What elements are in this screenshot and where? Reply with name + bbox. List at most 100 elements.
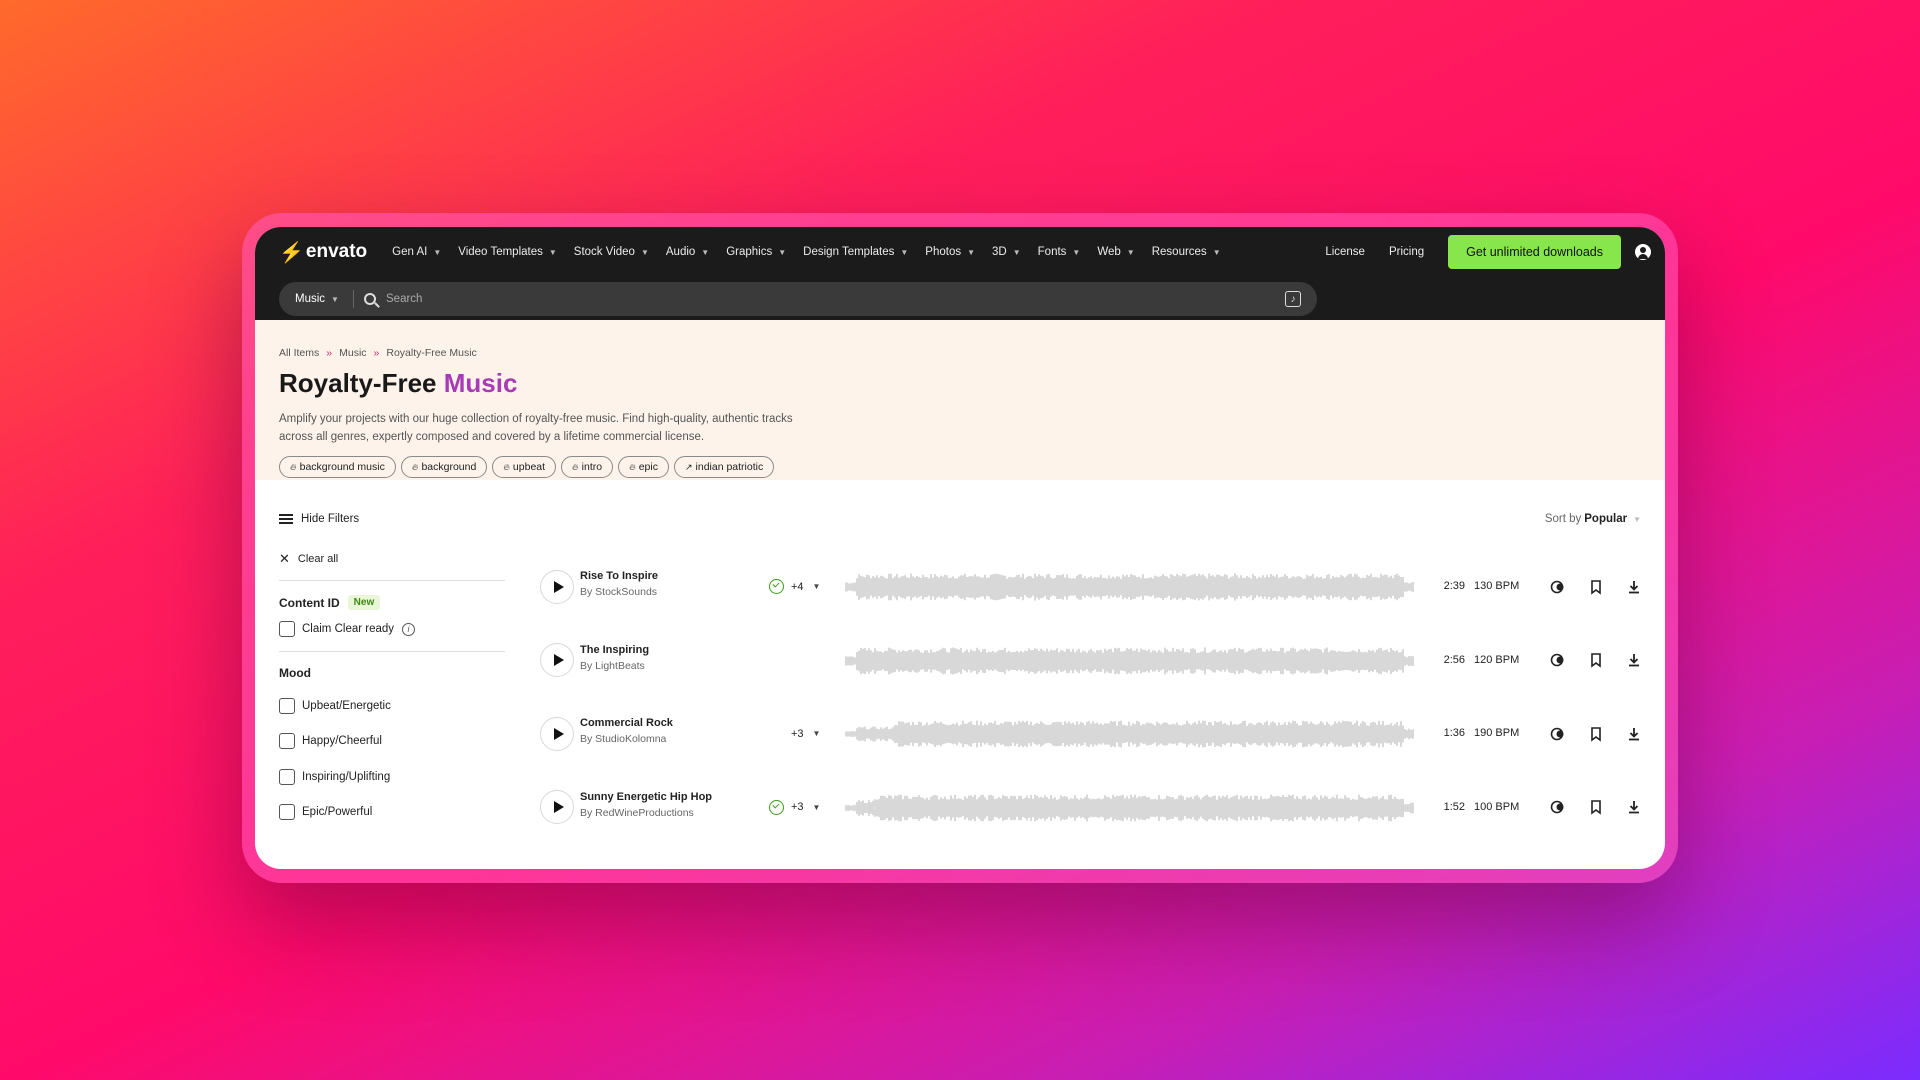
- track-title[interactable]: The Inspiring: [580, 644, 649, 656]
- menu-item-video-templates[interactable]: Video Templates ▼: [458, 246, 557, 258]
- play-button[interactable]: [540, 643, 574, 678]
- chevron-down-icon: ▼: [1633, 514, 1641, 524]
- find-similar-icon[interactable]: [1550, 726, 1566, 742]
- waveform[interactable]: [844, 646, 1415, 676]
- variants-toggle[interactable]: +3 ▼: [769, 771, 820, 845]
- track-row: The Inspiring By LightBeats 2:56 120 BPM: [539, 624, 1641, 698]
- menu-item-design-templates[interactable]: Design Templates ▼: [803, 246, 908, 258]
- hide-filters-label: Hide Filters: [301, 513, 360, 525]
- pricing-link[interactable]: Pricing: [1389, 246, 1424, 258]
- claim-clear-filter[interactable]: Claim Clear ready i: [279, 621, 505, 637]
- menu-item-audio[interactable]: Audio ▼: [666, 246, 709, 258]
- bookmark-icon[interactable]: [1588, 652, 1604, 668]
- checkbox[interactable]: [279, 768, 295, 785]
- chevron-down-icon: ▼: [1072, 247, 1081, 257]
- bookmark-icon[interactable]: [1588, 726, 1604, 742]
- user-account-icon[interactable]: [1635, 244, 1651, 260]
- menu-item-gen-ai[interactable]: Gen AI ▼: [392, 246, 441, 258]
- track-author[interactable]: By StockSounds: [580, 586, 658, 598]
- play-button[interactable]: [540, 569, 574, 604]
- bookmark-icon[interactable]: [1588, 799, 1604, 815]
- mood-option[interactable]: Upbeat/Energetic: [279, 688, 505, 724]
- track-title[interactable]: Commercial Rock: [580, 717, 673, 729]
- track-actions: [1550, 624, 1664, 698]
- download-icon[interactable]: [1626, 726, 1642, 742]
- tag-chip[interactable]: 🔥︎ upbeat: [492, 456, 557, 478]
- chevron-down-icon: ▼: [812, 802, 821, 812]
- checkbox[interactable]: [279, 804, 295, 821]
- menu-item-3d[interactable]: 3D ▼: [992, 246, 1021, 258]
- track-bpm: 130 BPM: [1474, 580, 1520, 592]
- tag-chip[interactable]: 🔥︎ epic: [618, 456, 669, 478]
- menu-item-web[interactable]: Web ▼: [1097, 246, 1134, 258]
- find-similar-icon[interactable]: [1550, 579, 1566, 595]
- track-author[interactable]: By StudioKolomna: [580, 733, 673, 745]
- breadcrumb-all-items[interactable]: All Items: [279, 347, 319, 359]
- waveform[interactable]: [844, 793, 1415, 823]
- play-icon: [553, 580, 564, 593]
- track-author[interactable]: By LightBeats: [580, 660, 649, 672]
- checkbox[interactable]: [279, 733, 295, 750]
- menu-item-stock-video[interactable]: Stock Video ▼: [574, 246, 649, 258]
- waveform[interactable]: [844, 572, 1415, 602]
- waveform[interactable]: [844, 719, 1415, 749]
- download-icon[interactable]: [1626, 799, 1642, 815]
- tag-chip[interactable]: 🔥︎ intro: [561, 456, 614, 478]
- track-author[interactable]: By RedWineProductions: [580, 807, 712, 819]
- tag-chip[interactable]: ↗ indian patriotic: [673, 456, 775, 478]
- bookmark-icon[interactable]: [1588, 579, 1604, 595]
- mood-option[interactable]: Inspiring/Uplifting: [279, 759, 505, 795]
- mood-option[interactable]: Happy/Cheerful: [279, 724, 505, 760]
- top-navigation: ⚡ envato Gen AI ▼ Video Templates ▼ Stock …: [255, 227, 1665, 320]
- menu-item-graphics[interactable]: Graphics ▼: [726, 246, 786, 258]
- menu-label: Gen AI: [392, 246, 428, 258]
- menu-item-photos[interactable]: Photos ▼: [925, 246, 975, 258]
- play-button[interactable]: [540, 716, 574, 751]
- chevron-down-icon: ▼: [1212, 247, 1221, 257]
- info-icon[interactable]: i: [402, 622, 416, 636]
- track-info: Commercial Rock By StudioKolomna: [580, 717, 673, 745]
- content-id-heading: Content ID New: [279, 595, 505, 610]
- track-row: Rise To Inspire By StockSounds +4 ▼ 2:39 130 …: [539, 550, 1641, 624]
- variants-toggle[interactable]: +3 ▼: [791, 697, 820, 771]
- divider: [279, 580, 505, 581]
- breadcrumb-music[interactable]: Music: [339, 347, 366, 359]
- get-unlimited-downloads-button[interactable]: Get unlimited downloads: [1448, 235, 1621, 269]
- page-title: Royalty-Free Music: [279, 368, 1665, 399]
- find-similar-icon[interactable]: [1550, 799, 1566, 815]
- track-info: Rise To Inspire By StockSounds: [580, 570, 658, 598]
- track-info: The Inspiring By LightBeats: [580, 644, 649, 672]
- search-divider: [353, 290, 354, 308]
- hide-filters-button[interactable]: Hide Filters: [279, 513, 359, 525]
- sort-dropdown[interactable]: Sort by Popular ▼: [1545, 513, 1641, 525]
- variants-toggle[interactable]: +4 ▼: [769, 550, 820, 624]
- find-similar-icon[interactable]: [1550, 652, 1566, 668]
- checkbox[interactable]: [279, 621, 295, 637]
- envato-logo[interactable]: ⚡ envato: [279, 240, 367, 265]
- license-link[interactable]: License: [1325, 246, 1365, 258]
- search-category-select[interactable]: Music ▼: [279, 293, 353, 305]
- music-search-icon[interactable]: ♪: [1285, 291, 1301, 307]
- tag-chip[interactable]: 🔥︎ background: [400, 456, 488, 478]
- track-title[interactable]: Rise To Inspire: [580, 570, 658, 582]
- clear-all-label: Clear all: [297, 553, 339, 565]
- track-title[interactable]: Sunny Energetic Hip Hop: [580, 791, 712, 803]
- tag-chip[interactable]: 🔥︎ background music: [279, 456, 396, 478]
- menu-label: Audio: [665, 246, 696, 258]
- download-icon[interactable]: [1626, 579, 1642, 595]
- tag-label: background: [421, 461, 477, 473]
- new-badge: New: [347, 595, 381, 610]
- search-input[interactable]: [386, 293, 1285, 305]
- menu-item-resources[interactable]: Resources ▼: [1152, 246, 1221, 258]
- clear-all-button[interactable]: ✕ Clear all: [279, 550, 505, 568]
- chevron-down-icon: ▼: [812, 729, 821, 739]
- divider: [279, 651, 505, 652]
- download-icon[interactable]: [1626, 652, 1642, 668]
- close-icon: ✕: [279, 551, 290, 566]
- menu-item-fonts[interactable]: Fonts ▼: [1038, 246, 1081, 258]
- checkbox[interactable]: [279, 697, 295, 714]
- mood-option[interactable]: Epic/Powerful: [279, 795, 505, 831]
- track-actions: [1550, 771, 1664, 845]
- play-button[interactable]: [540, 790, 574, 825]
- breadcrumb: All Items » Music » Royalty-Free Music: [279, 347, 1665, 359]
